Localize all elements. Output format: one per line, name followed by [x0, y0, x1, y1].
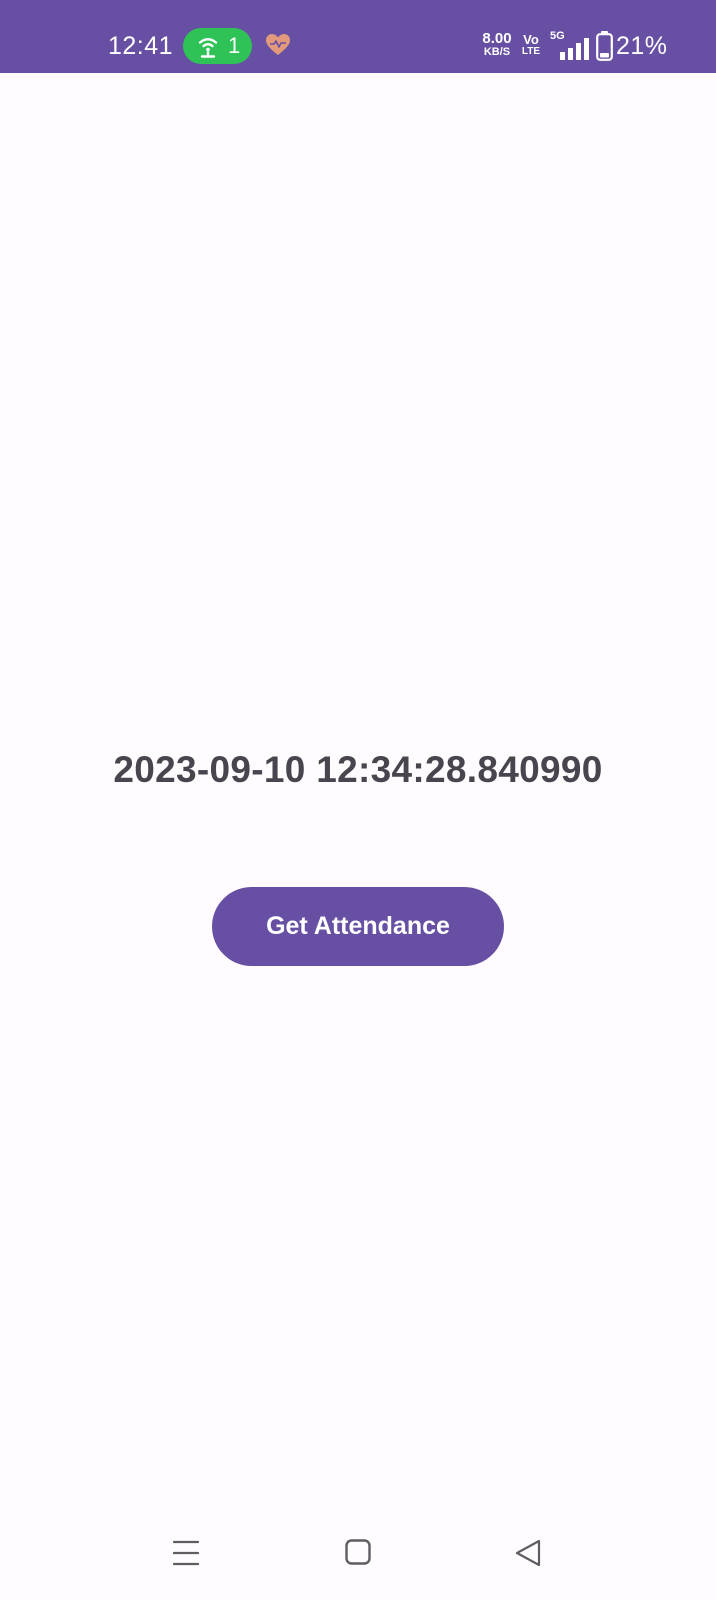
hotspot-icon [198, 38, 218, 58]
signal-bars-icon [560, 38, 589, 60]
status-time: 12:41 [108, 32, 174, 60]
get-attendance-button[interactable]: Get Attendance [212, 887, 504, 966]
cell-signal: 5G [550, 30, 592, 60]
recents-button[interactable] [146, 1513, 226, 1600]
back-button[interactable] [488, 1513, 568, 1600]
status-bar: 12:41 1 8.00 KB/S Vo LTE 5G 21% [0, 0, 716, 73]
volte-bottom: LTE [521, 46, 541, 57]
battery-icon [596, 31, 613, 61]
navigation-bar [0, 1513, 716, 1600]
network-speed: 8.00 KB/S [478, 30, 516, 58]
home-button[interactable] [318, 1513, 398, 1600]
network-speed-value: 8.00 [482, 30, 512, 47]
volte-indicator: Vo LTE [521, 33, 541, 58]
hotspot-count: 1 [228, 33, 241, 58]
network-speed-unit: KB/S [483, 46, 511, 58]
heart-health-icon [266, 34, 290, 55]
triangle-back-icon [515, 1539, 541, 1567]
main-content: 2023-09-10 12:34:28.840990 Get Attendanc… [0, 73, 716, 1513]
square-home-icon [345, 1539, 371, 1565]
hotspot-indicator[interactable]: 1 [183, 28, 252, 64]
volte-top: Vo [523, 32, 539, 47]
attendance-timestamp: 2023-09-10 12:34:28.840990 [113, 749, 603, 790]
menu-lines-icon [173, 1540, 199, 1566]
battery-percent: 21% [616, 32, 668, 60]
